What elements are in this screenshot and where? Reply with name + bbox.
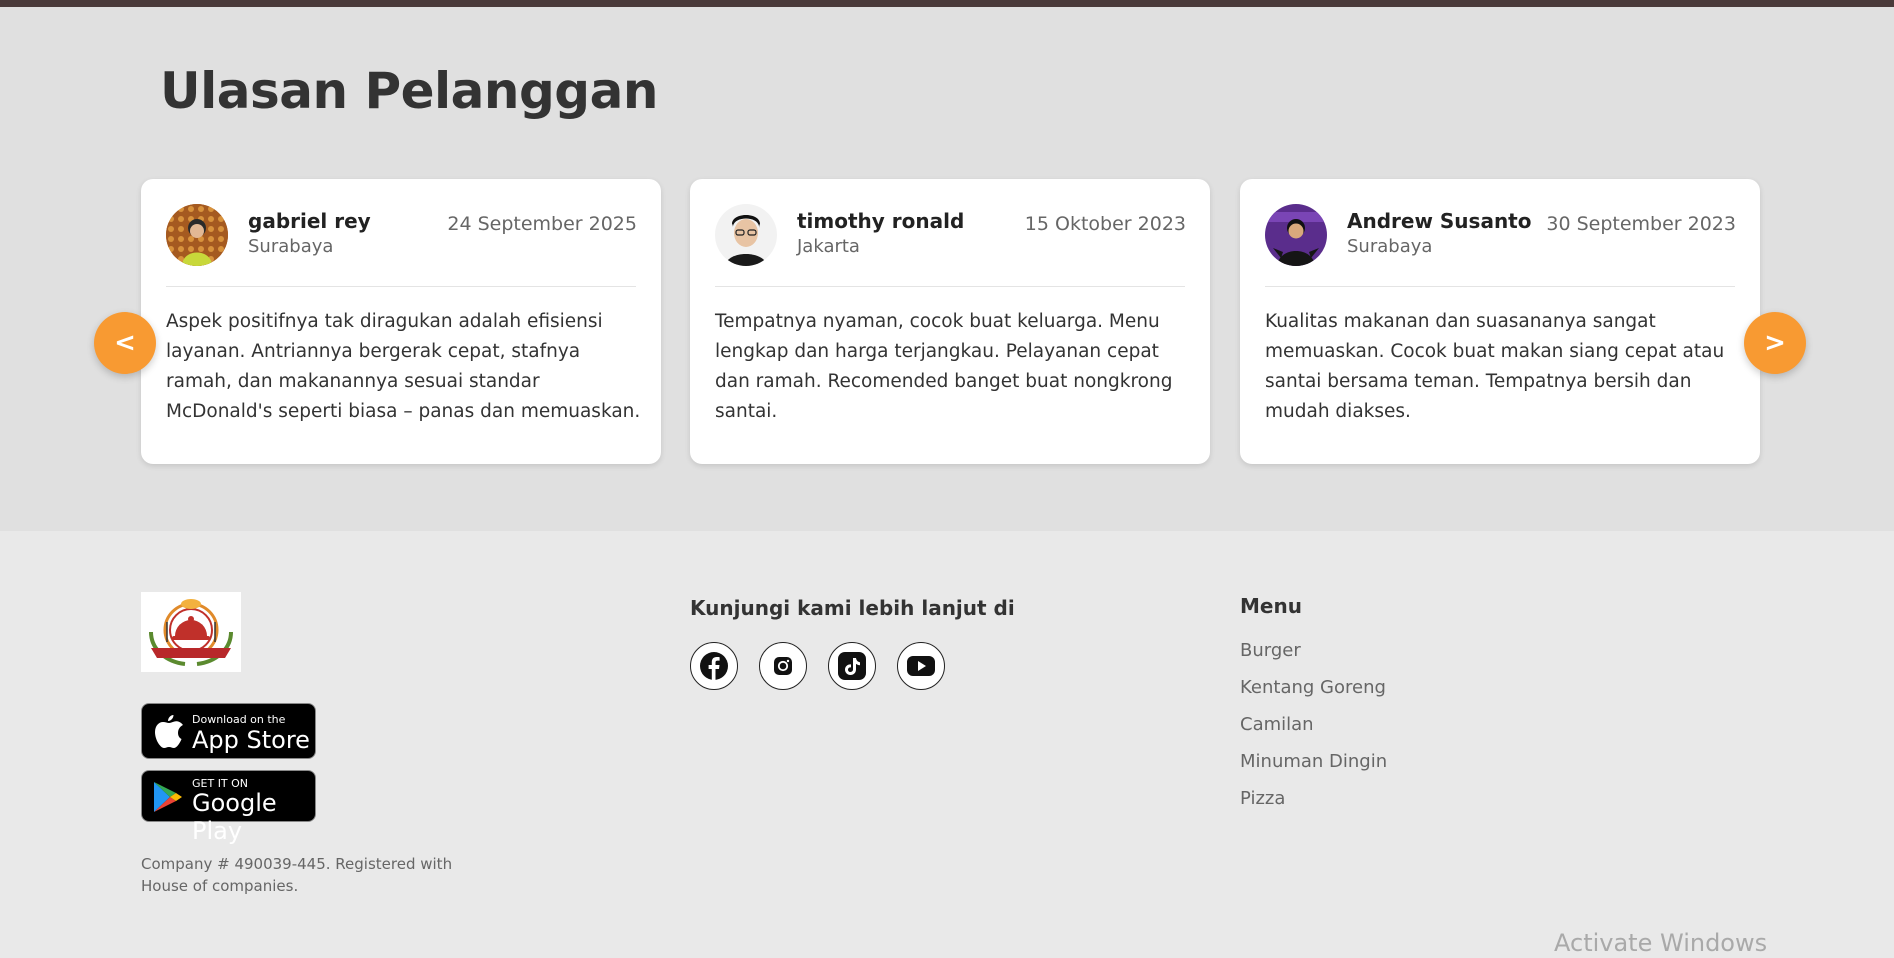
review-date: 15 Oktober 2023 [1024,213,1186,235]
top-bar [0,0,1894,7]
review-card: gabriel rey Surabaya 24 September 2025 A… [141,179,661,464]
review-text: Tempatnya nyaman, cocok buat keluarga. M… [715,311,1173,422]
divider [166,286,636,287]
review-text: Aspek positifnya tak diragukan adalah ef… [166,311,641,422]
reviewer-name: timothy ronald [797,209,965,233]
app-store-badge[interactable]: Download on the App Store [141,703,316,759]
company-registration-text: Company # 490039-445. Registered with Ho… [141,855,453,895]
app-store-small-text: Download on the [192,713,286,726]
section-title: Ulasan Pelanggan [160,62,658,120]
carousel-prev-button[interactable]: < [94,312,156,374]
avatar [166,204,228,266]
review-text: Kualitas makanan dan suasananya sangat m… [1265,311,1725,422]
instagram-icon[interactable] [759,642,807,690]
apple-icon [152,713,184,755]
youtube-icon[interactable] [897,642,945,690]
reviewer-name: gabriel rey [248,209,371,233]
reviewer-city: Surabaya [248,236,334,257]
review-card: timothy ronald Jakarta 15 Oktober 2023 T… [690,179,1210,464]
divider [715,286,1185,287]
menu-link-burger[interactable]: Burger [1240,640,1301,661]
google-play-big-text: Google Play [192,789,277,845]
menu-link-camilan[interactable]: Camilan [1240,714,1314,735]
reviewer-name: Andrew Susanto [1347,209,1532,233]
windows-activation-watermark: Activate Windows [1554,929,1768,957]
review-date: 30 September 2023 [1546,213,1736,235]
review-date: 24 September 2025 [447,213,637,235]
app-store-big-text: App Store [192,726,310,754]
social-heading: Kunjungi kami lebih lanjut di [690,596,1015,620]
reviewer-city: Jakarta [797,236,860,257]
avatar [1265,204,1327,266]
facebook-icon[interactable] [690,642,738,690]
menu-link-minuman-dingin[interactable]: Minuman Dingin [1240,751,1387,772]
restaurant-logo[interactable] [141,592,241,672]
google-play-icon [152,780,184,818]
carousel-next-button[interactable]: > [1744,312,1806,374]
menu-link-pizza[interactable]: Pizza [1240,788,1285,809]
tiktok-icon[interactable] [828,642,876,690]
menu-link-kentang-goreng[interactable]: Kentang Goreng [1240,677,1386,698]
reviewer-city: Surabaya [1347,236,1433,257]
avatar [715,204,777,266]
menu-heading: Menu [1240,594,1302,618]
divider [1265,286,1735,287]
google-play-badge[interactable]: GET IT ON Google Play [141,770,316,845]
review-card: Andrew Susanto Surabaya 30 September 202… [1240,179,1760,464]
